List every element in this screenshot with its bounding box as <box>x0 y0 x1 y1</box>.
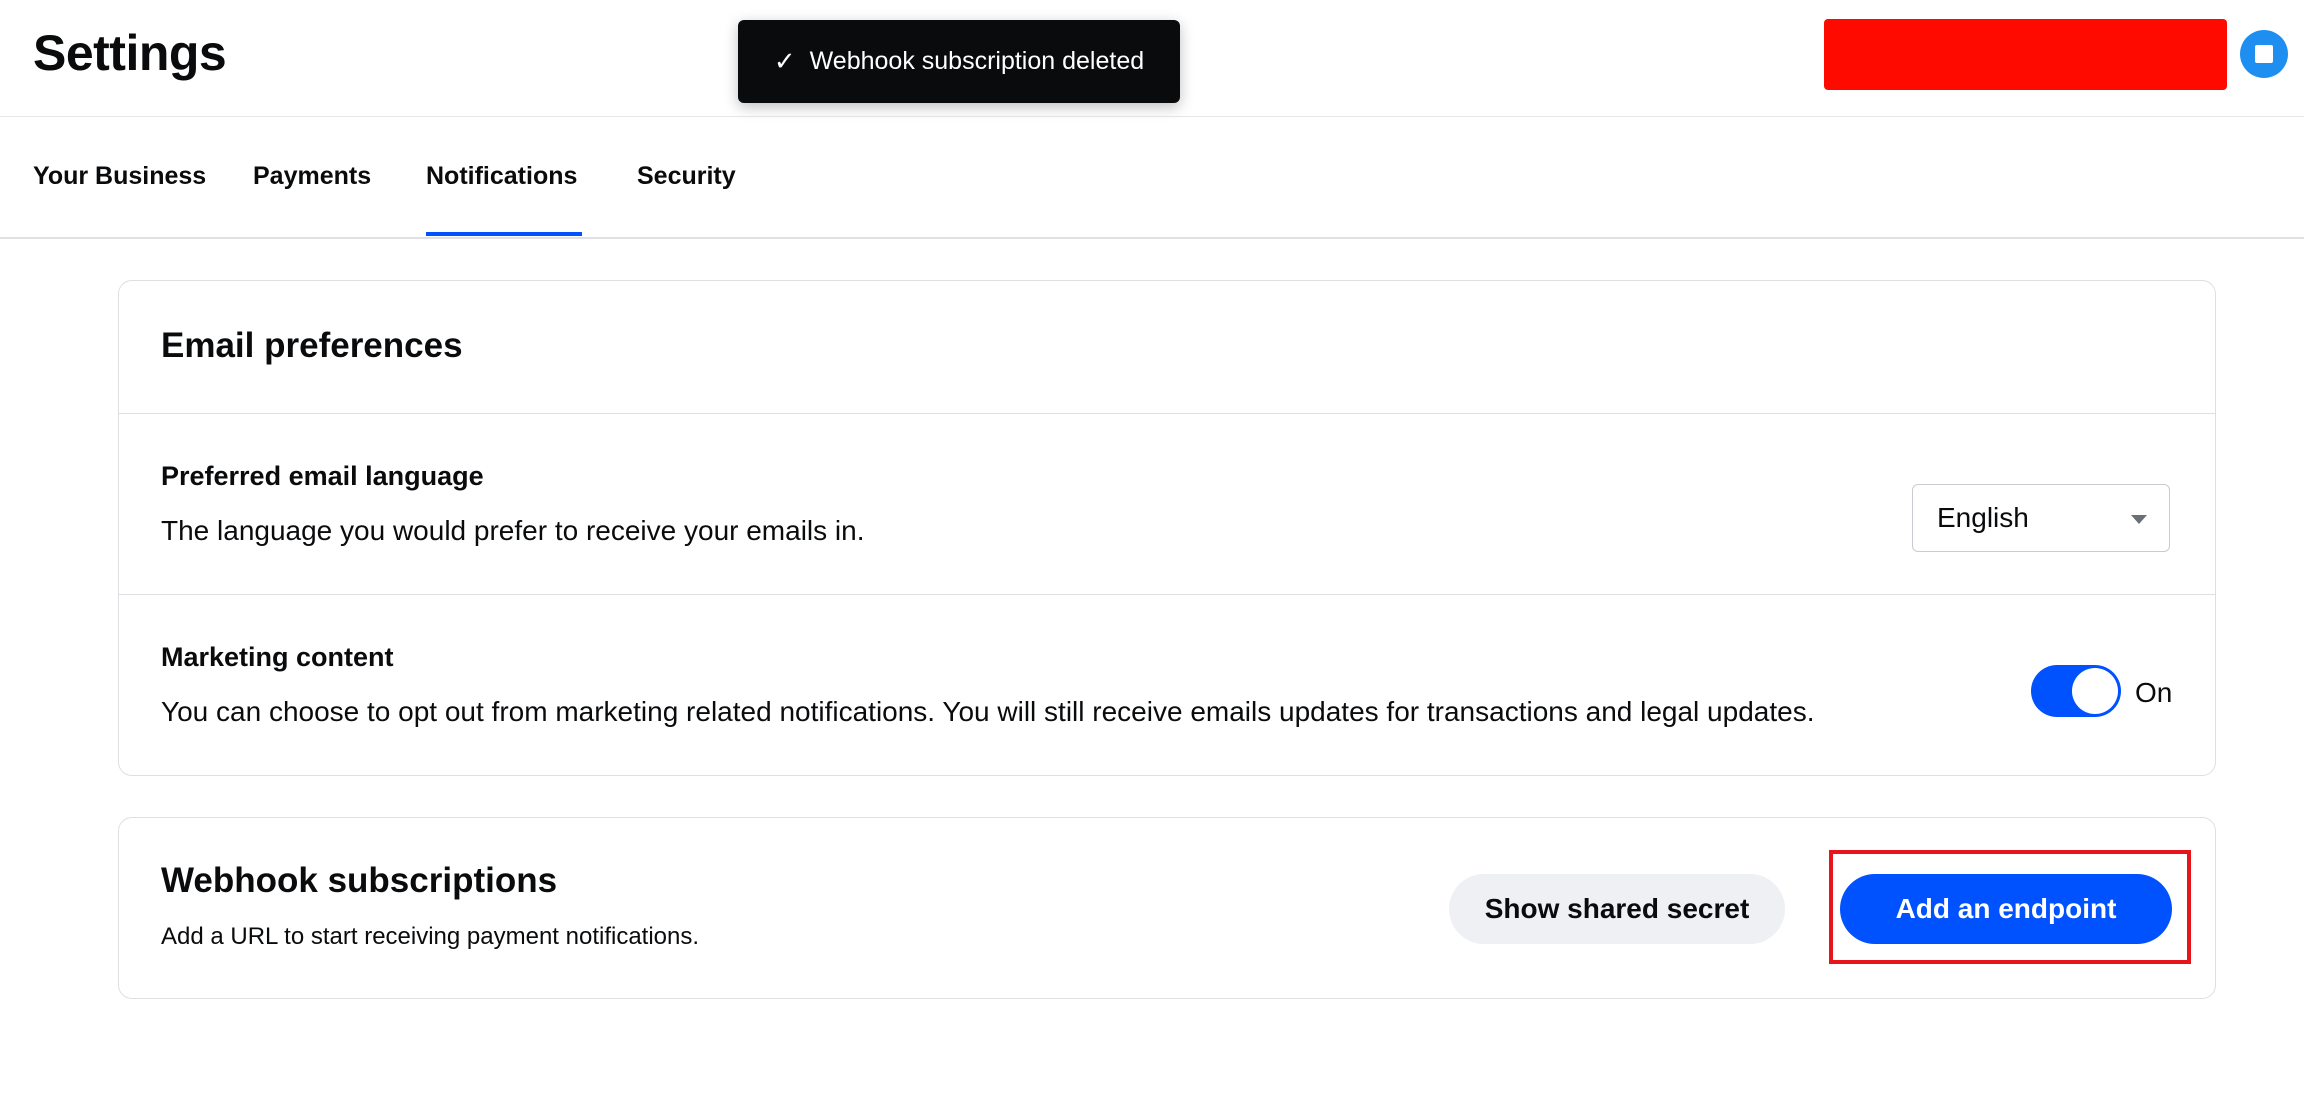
caret-down-icon <box>2131 515 2147 524</box>
redacted-area <box>1824 19 2227 90</box>
marketing-content-description: You can choose to opt out from marketing… <box>161 696 1815 727</box>
toggle-knob <box>2072 668 2118 714</box>
marketing-toggle[interactable] <box>2031 665 2121 717</box>
add-endpoint-button[interactable]: Add an endpoint <box>1840 874 2172 944</box>
toast-notification: ✓ Webhook subscription deleted <box>738 20 1180 103</box>
email-preferences-card: Email preferences Preferred email langua… <box>118 280 2216 776</box>
toast-message: Webhook subscription deleted <box>809 47 1145 75</box>
app-logo-icon[interactable] <box>2240 30 2288 78</box>
settings-tabs: Your Business Payments Notifications Sec… <box>0 117 2304 239</box>
language-select[interactable]: English <box>1912 484 2170 552</box>
page-title: Settings <box>33 25 227 81</box>
checkmark-icon: ✓ <box>773 46 796 76</box>
webhook-subscriptions-card: Webhook subscriptions Add a URL to start… <box>118 817 2216 999</box>
email-preferences-heading: Email preferences <box>161 326 463 365</box>
active-tab-indicator <box>426 232 582 236</box>
tab-security[interactable]: Security <box>637 162 736 191</box>
divider <box>119 413 2215 414</box>
webhook-subscriptions-description: Add a URL to start receiving payment not… <box>161 923 700 950</box>
preferred-language-title: Preferred email language <box>161 461 484 491</box>
tab-notifications[interactable]: Notifications <box>426 162 577 191</box>
tab-your-business[interactable]: Your Business <box>33 162 206 191</box>
tab-payments[interactable]: Payments <box>253 162 371 191</box>
preferred-language-description: The language you would prefer to receive… <box>161 515 865 546</box>
show-shared-secret-button[interactable]: Show shared secret <box>1449 874 1785 944</box>
divider <box>119 594 2215 595</box>
marketing-content-title: Marketing content <box>161 642 394 672</box>
language-select-value: English <box>1937 502 2029 533</box>
marketing-toggle-label: On <box>2135 677 2173 708</box>
webhook-subscriptions-heading: Webhook subscriptions <box>161 861 558 900</box>
